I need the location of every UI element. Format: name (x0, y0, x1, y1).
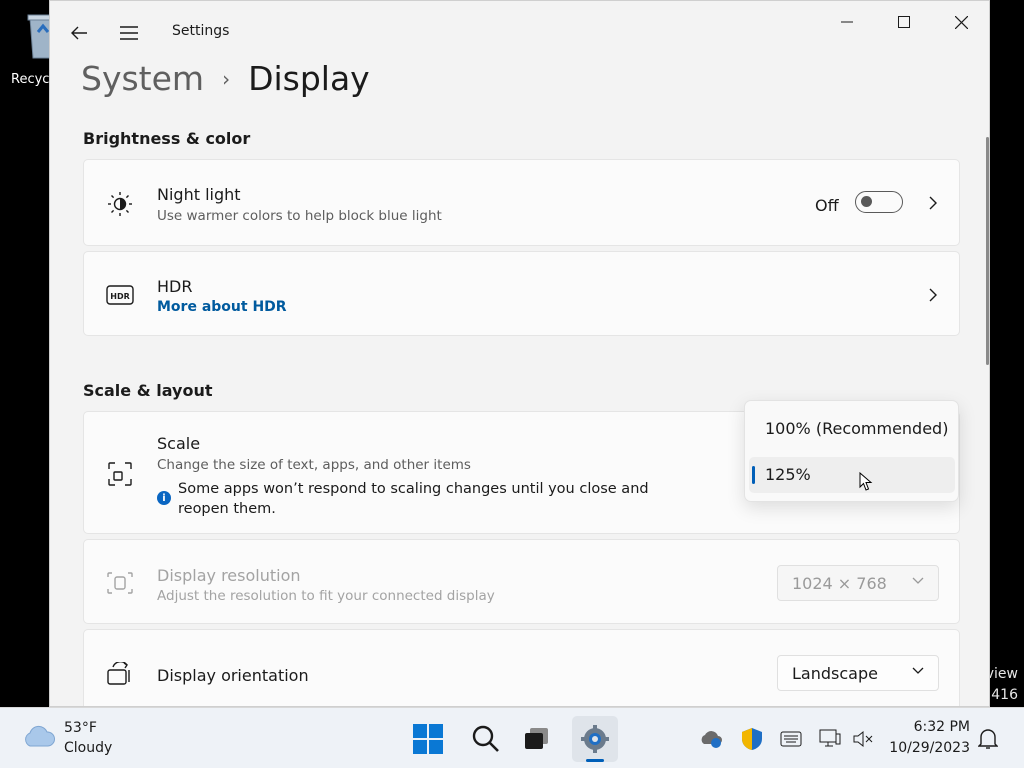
back-arrow-icon (71, 26, 87, 40)
maximize-button[interactable] (881, 7, 927, 37)
night-light-state: Off (815, 196, 839, 215)
settings-taskbar-button[interactable] (572, 716, 618, 762)
hdr-card[interactable]: HDR HDR More about HDR (83, 251, 960, 336)
scale-description: Change the size of text, apps, and other… (157, 457, 471, 473)
task-view-button[interactable] (514, 716, 560, 762)
cloud-icon[interactable] (22, 724, 56, 752)
clock-time[interactable]: 6:32 PM (914, 719, 970, 735)
display-resolution-card: Display resolution Adjust the resolution… (83, 539, 960, 624)
weather-temperature[interactable]: 53°F (64, 720, 97, 736)
notification-bell-icon[interactable] (977, 728, 999, 754)
task-view-icon (525, 728, 548, 749)
display-resolution-title: Display resolution (157, 566, 301, 585)
network-icon[interactable] (817, 726, 843, 752)
taskbar: 53°F Cloudy 6:32 PM 10/29/2023 (0, 707, 1024, 768)
orientation-dropdown[interactable]: Landscape (777, 655, 939, 691)
display-orientation-title: Display orientation (157, 666, 309, 685)
more-about-hdr-link[interactable]: More about HDR (157, 299, 287, 315)
night-light-card[interactable]: Night light Use warmer colors to help bl… (83, 159, 960, 246)
maximize-icon (898, 16, 910, 28)
start-button[interactable] (405, 716, 451, 762)
back-button[interactable] (64, 19, 94, 47)
windows-logo-icon (413, 724, 443, 754)
onedrive-icon[interactable] (698, 726, 724, 752)
chevron-down-icon (912, 577, 924, 584)
scrollbar[interactable] (986, 137, 989, 365)
clock-date[interactable]: 10/29/2023 (889, 740, 970, 756)
mouse-cursor-icon (859, 472, 873, 491)
night-light-title: Night light (157, 185, 241, 204)
keyboard-icon[interactable] (778, 726, 804, 752)
volume-muted-icon[interactable] (850, 726, 876, 752)
resolution-icon (106, 569, 134, 597)
navigation-menu-button[interactable] (114, 19, 144, 47)
hamburger-menu-icon (120, 26, 138, 40)
scale-title: Scale (157, 434, 201, 453)
section-scale-layout: Scale & layout (83, 381, 213, 400)
orientation-icon (106, 660, 134, 688)
display-orientation-card: Display orientation Landscape (83, 629, 960, 706)
gear-icon (581, 725, 609, 753)
chevron-right-icon[interactable] (925, 287, 941, 303)
chevron-right-icon[interactable] (925, 195, 941, 211)
security-shield-icon[interactable] (739, 726, 765, 752)
night-light-description: Use warmer colors to help block blue lig… (157, 208, 442, 224)
title-bar: Settings (50, 1, 989, 63)
minimize-icon (841, 21, 853, 23)
close-button[interactable] (938, 7, 984, 37)
svg-text:HDR: HDR (110, 292, 130, 301)
display-resolution-description: Adjust the resolution to fit your connec… (157, 588, 495, 604)
close-icon (954, 15, 968, 29)
search-icon (472, 725, 499, 752)
breadcrumb-system[interactable]: System (81, 59, 204, 98)
toggle-knob (861, 196, 872, 207)
minimize-button[interactable] (824, 7, 870, 37)
settings-window: Settings System › Display Brightness & c… (49, 0, 990, 707)
hdr-icon: HDR (106, 281, 134, 309)
search-button[interactable] (463, 716, 509, 762)
page-title: Display (248, 59, 370, 98)
section-brightness-color: Brightness & color (83, 129, 251, 148)
weather-description[interactable]: Cloudy (64, 740, 112, 756)
resolution-value: 1024 × 768 (792, 573, 887, 593)
selected-indicator (752, 466, 755, 484)
recycle-bin-label: Recyc (11, 72, 50, 87)
scale-dropdown-popup: 100% (Recommended) 125% (744, 400, 959, 502)
scale-option-100[interactable]: 100% (Recommended) (765, 419, 948, 438)
scale-option-125[interactable]: 125% (765, 465, 811, 484)
night-light-toggle[interactable] (855, 191, 903, 213)
info-icon: i (157, 491, 171, 505)
app-title: Settings (172, 23, 230, 39)
chevron-down-icon (912, 667, 924, 674)
brightness-icon (106, 190, 134, 218)
breadcrumb-separator: › (222, 66, 231, 91)
scale-info-text: Some apps won’t respond to scaling chang… (178, 481, 649, 517)
breadcrumb: System › Display (81, 59, 370, 98)
orientation-value: Landscape (792, 663, 878, 683)
hdr-title: HDR (157, 277, 193, 296)
resolution-dropdown: 1024 × 768 (777, 565, 939, 601)
scale-icon (106, 460, 134, 488)
